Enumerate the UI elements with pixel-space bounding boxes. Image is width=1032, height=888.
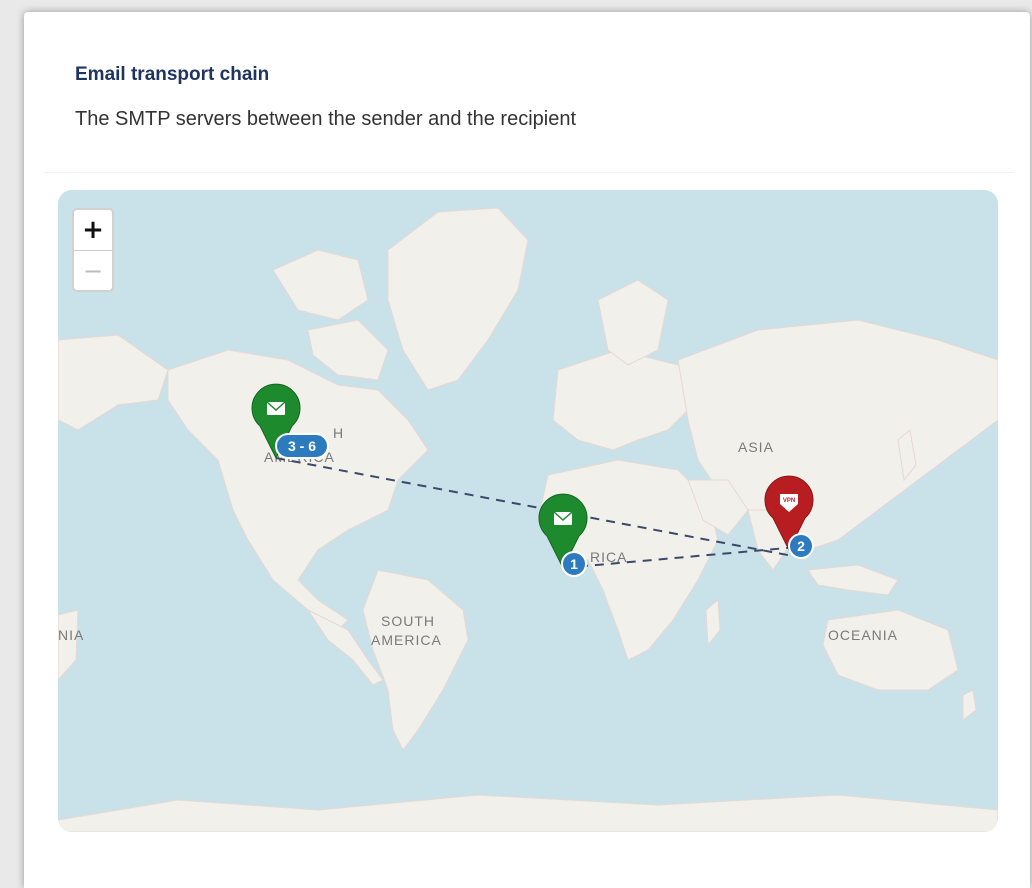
badge-africa-text: 1 [570, 556, 578, 572]
zoom-control: + − [72, 208, 114, 292]
card-divider [44, 172, 1014, 173]
zoom-in-button[interactable]: + [74, 210, 112, 251]
card-title: Email transport chain [75, 64, 270, 85]
vpn-icon-text: VPN [783, 498, 795, 504]
badge-asia-text: 2 [797, 538, 805, 554]
card-subtitle: The SMTP servers between the sender and … [75, 108, 577, 130]
label-oceania: OCEANIA [828, 627, 898, 643]
label-north-america-fragment: H [333, 425, 344, 441]
badge-north-america-text: 3 - 6 [288, 438, 316, 454]
label-south-america-2: AMERICA [371, 632, 442, 648]
label-asia: ASIA [738, 439, 774, 455]
transport-chain-card: Email transport chain The SMTP servers b… [24, 12, 1030, 888]
envelope-icon [553, 511, 573, 525]
map-canvas[interactable]: H AMERICA ASIA RICA SOUTH AMERICA OCEANI… [58, 190, 998, 832]
zoom-out-button[interactable]: − [74, 251, 112, 291]
label-left-edge: NIA [58, 627, 84, 643]
world-map[interactable]: H AMERICA ASIA RICA SOUTH AMERICA OCEANI… [58, 190, 998, 832]
label-africa: RICA [590, 549, 627, 565]
envelope-icon [266, 401, 286, 415]
label-south-america-1: SOUTH [381, 613, 435, 629]
